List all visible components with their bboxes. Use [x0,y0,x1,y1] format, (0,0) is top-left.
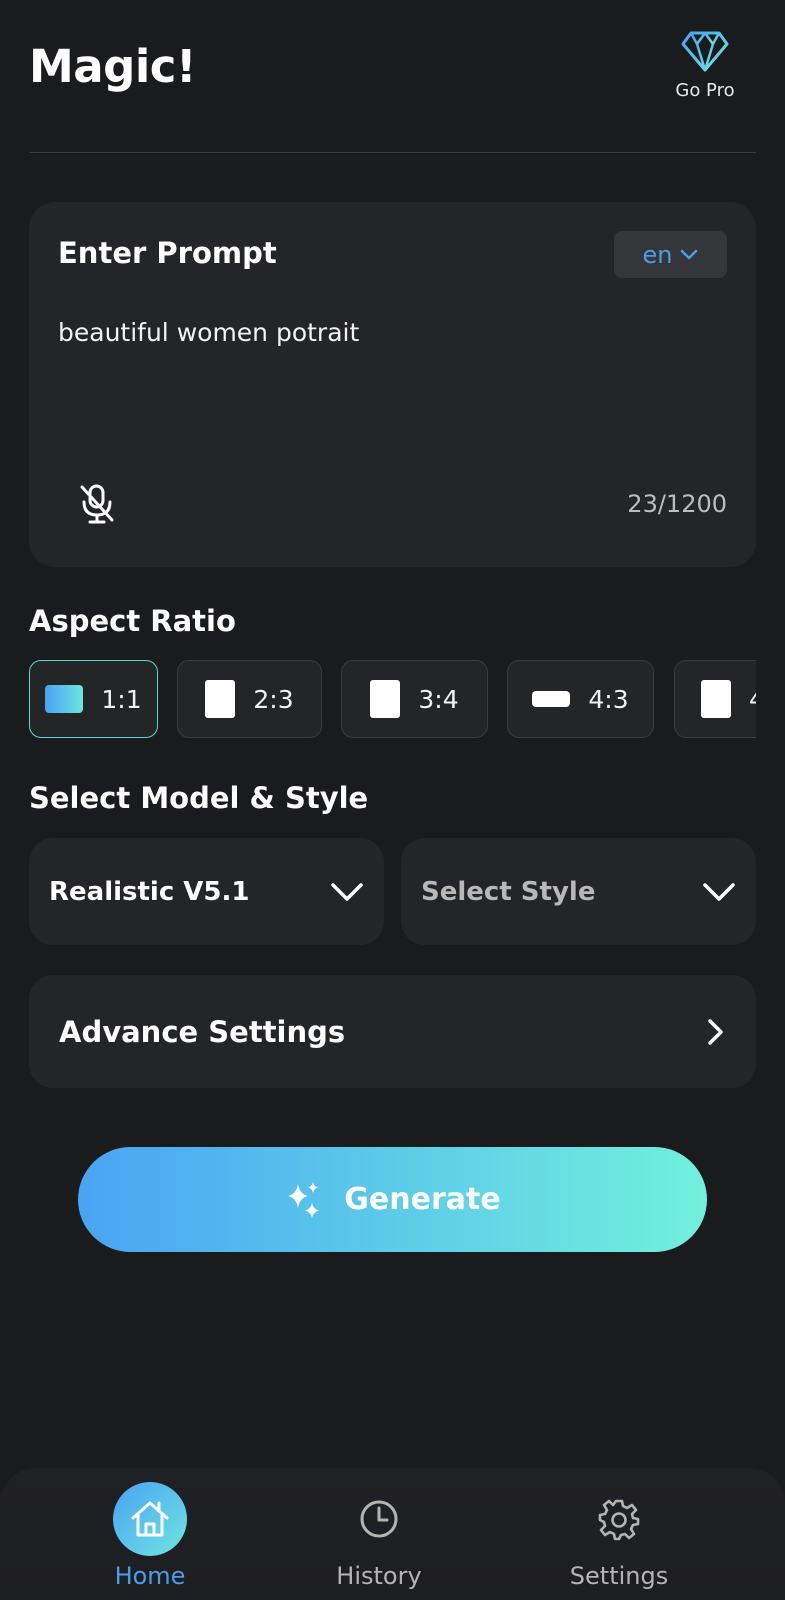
clock-icon [360,1500,398,1538]
home-icon [131,1501,169,1537]
nav-icon-container [342,1482,416,1556]
ratio-label: 2:3 [253,684,294,714]
ratio-label: 3:4 [418,684,459,714]
language-select[interactable]: en [614,231,727,278]
go-pro-button[interactable]: Go Pro [665,30,745,101]
chevron-down-icon [681,249,698,259]
chevron-down-icon [703,882,735,901]
style-placeholder: Select Style [421,876,596,907]
chevron-down-icon [331,882,363,901]
sparkles-icon [288,1181,320,1218]
char-count: 23/1200 [627,490,727,518]
nav-icon-container [113,1482,187,1556]
nav-icon-container [582,1482,656,1556]
prompt-input[interactable]: beautiful women potrait [58,318,359,347]
nav-label: Settings [569,1562,669,1590]
nav-item-settings[interactable]: Settings [529,1482,709,1590]
mic-off-icon[interactable] [77,482,117,526]
generate-label: Generate [344,1182,501,1217]
nav-item-home[interactable]: Home [60,1482,240,1590]
model-value: Realistic V5.1 [49,876,250,907]
nav-label: History [336,1562,422,1590]
generate-button[interactable]: Generate [78,1147,707,1252]
ratio-landscape-icon [532,691,571,707]
ratio-label: 4 [749,685,756,714]
ratio-portrait-icon [370,680,401,718]
ratio-portrait-icon [701,680,731,718]
ratio-option-4-3[interactable]: 4:3 [507,660,654,738]
chevron-right-icon [708,1018,723,1045]
style-select[interactable]: Select Style [401,838,756,945]
ratio-option-partial[interactable]: 4 [674,660,756,738]
ratio-square-icon [45,685,84,713]
prompt-card: Enter Prompt en beautiful women potrait … [29,202,756,567]
bottom-nav: Home History Settings [0,1468,785,1600]
ratio-option-3-4[interactable]: 3:4 [341,660,488,738]
ratio-label: 1:1 [101,684,142,714]
diamond-icon [681,31,729,72]
header-divider [29,152,756,153]
gear-icon [598,1499,640,1541]
advance-settings-label: Advance Settings [59,1014,346,1049]
aspect-ratio-title: Aspect Ratio [29,604,236,638]
ratio-label: 4:3 [588,684,629,714]
ratio-portrait-icon [205,680,236,718]
app-title: Magic! [29,40,196,93]
nav-label: Home [114,1562,186,1590]
language-label: en [642,240,673,269]
ratio-option-1-1[interactable]: 1:1 [29,660,158,738]
advance-settings-button[interactable]: Advance Settings [29,975,756,1088]
model-style-title: Select Model & Style [29,781,369,815]
ratio-option-2-3[interactable]: 2:3 [177,660,322,738]
prompt-title: Enter Prompt [58,236,277,270]
model-select[interactable]: Realistic V5.1 [29,838,384,945]
go-pro-label: Go Pro [675,80,735,101]
aspect-ratio-list: 1:1 2:3 3:4 4:3 4 [29,660,756,738]
nav-item-history[interactable]: History [289,1482,469,1590]
